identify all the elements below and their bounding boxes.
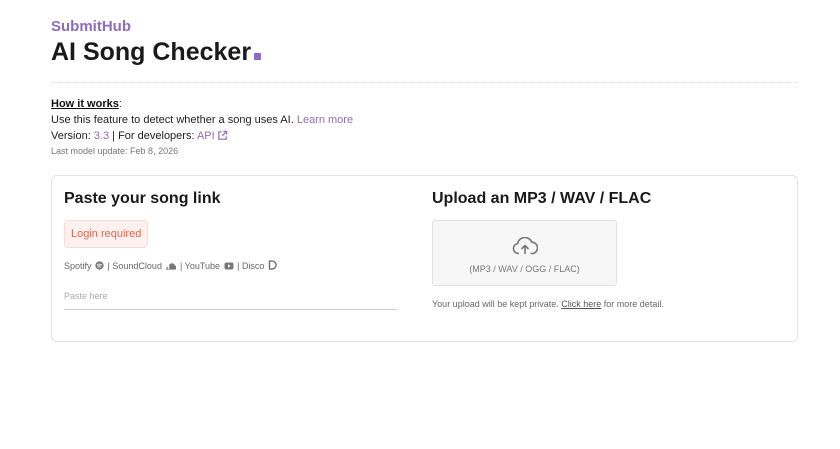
platform-separator: | [107,261,110,271]
platform-separator: | [179,261,183,271]
supported-platforms: Spotify | SoundCloud | YouTube | Disco [64,260,399,271]
disco-icon [268,260,277,270]
title-accent-dot [254,53,262,60]
version-line: Version: 3.3 | For developers: API [51,128,353,144]
upload-dropzone[interactable]: (MP3 / WAV / OGG / FLAC) [432,220,617,286]
last-update: Last model update: Feb 8, 2026 [51,146,179,156]
page-title: AI Song Checker [51,38,262,67]
page-title-text: AI Song Checker [51,38,252,66]
version-link[interactable]: 3.3 [94,130,109,142]
how-it-works-colon: : [118,98,122,110]
developers-label: | For developers: [112,130,195,142]
upload-section: Upload an MP3 / WAV / FLAC (MP3 / WAV / … [432,190,782,309]
platform-spotify: Spotify [64,261,92,271]
upload-heading: Upload an MP3 / WAV / FLAC [432,190,652,207]
youtube-icon [224,262,234,270]
platform-youtube: YouTube [184,261,221,271]
privacy-suffix: for more detail. [603,299,664,309]
spotify-icon [95,261,104,270]
description-line: Use this feature to detect whether a son… [51,112,353,128]
platform-disco: Disco [241,261,265,271]
api-link-text: API [196,130,215,142]
soundcloud-icon [166,263,177,270]
platform-separator: | [237,261,240,271]
version-label: Version: [51,130,91,142]
learn-more-link[interactable]: Learn more [297,114,353,126]
dropzone-formats: (MP3 / WAV / OGG / FLAC) [469,264,580,274]
brand-name[interactable]: SubmitHub [51,18,131,35]
description-text: Use this feature to detect whether a son… [51,114,294,126]
song-link-input[interactable] [64,291,398,310]
privacy-text: Your upload will be kept private. [432,299,559,309]
privacy-note: Your upload will be kept private. Click … [432,299,782,309]
api-link[interactable]: API [197,130,228,142]
external-link-icon [217,130,227,140]
paste-heading: Paste your song link [64,190,221,207]
checker-card: Paste your song link Login required Spot… [51,175,798,342]
header-divider [51,82,798,83]
cloud-upload-icon [512,236,538,255]
how-it-works-line: How it works: [51,96,353,112]
paste-section: Paste your song link Login required Spot… [64,190,399,310]
login-required-badge[interactable]: Login required [64,220,149,248]
platform-soundcloud: SoundCloud [112,261,162,271]
info-section: How it works: Use this feature to detect… [51,96,353,158]
how-it-works-label: How it works [51,98,119,110]
privacy-click-here-link[interactable]: Click here [561,299,601,309]
